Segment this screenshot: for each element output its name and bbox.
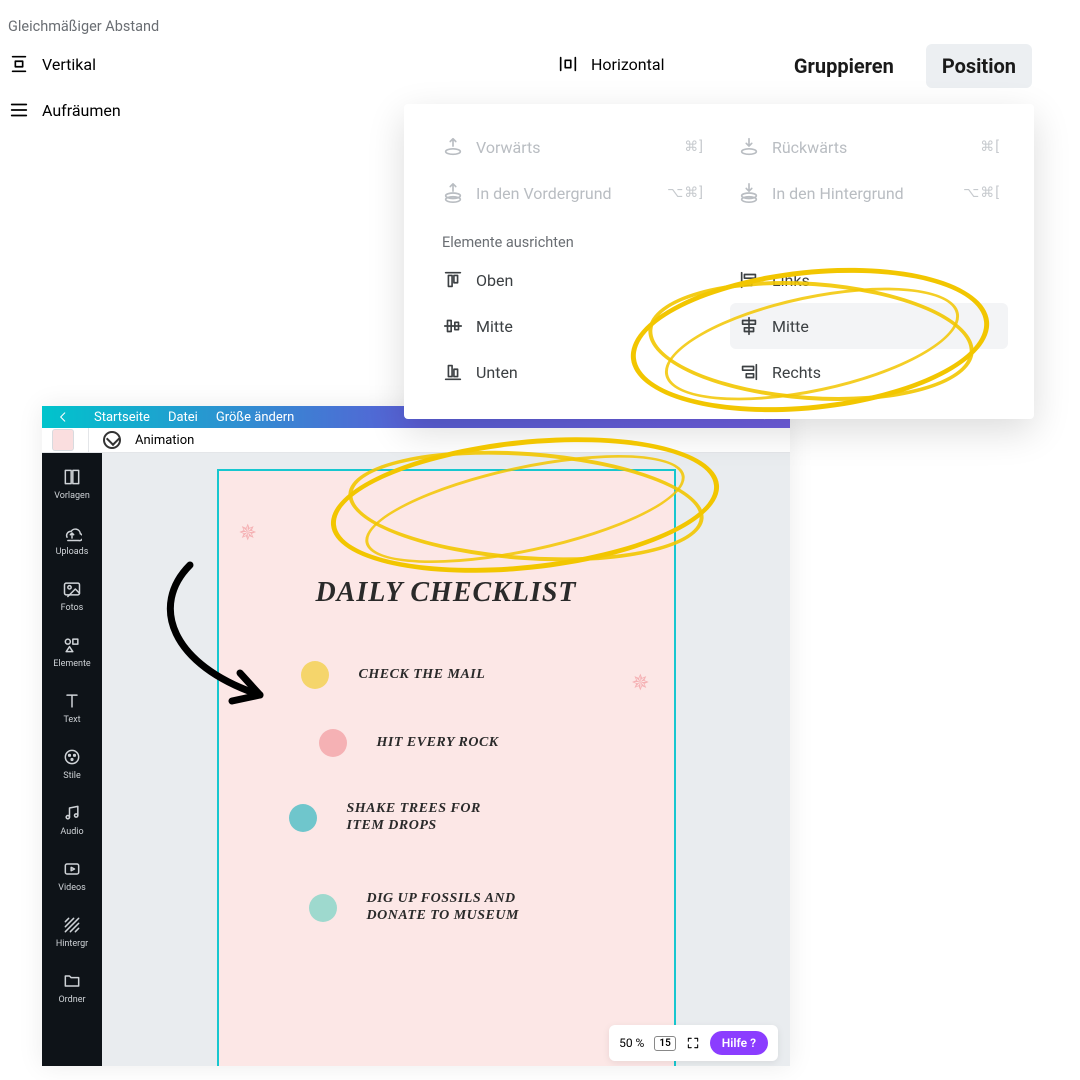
checklist-title[interactable]: DAILY CHECKLIST xyxy=(309,577,582,609)
sidebar-item-label: Videos xyxy=(58,883,86,893)
bullet-dot[interactable] xyxy=(319,729,347,757)
checklist-text: SHAKE TREES FOR ITEM DROPS xyxy=(347,801,481,835)
zoom-level[interactable]: 50 % xyxy=(619,1036,644,1050)
sidebar-item-label: Audio xyxy=(60,827,83,837)
space-label: Aufräumen xyxy=(42,101,121,120)
editor-sidebar: Vorlagen Uploads Fotos Elemente Text Sti… xyxy=(42,453,102,1066)
align-top[interactable]: Oben xyxy=(434,257,712,303)
space-label: Vertikal xyxy=(42,55,96,74)
shortcut-text: ⌘[ xyxy=(980,139,1000,155)
bullet-dot[interactable] xyxy=(289,804,317,832)
position-panel: Vorwärts ⌘] Rückwärts ⌘[ In den Vordergr… xyxy=(404,104,1034,419)
bullet-dot[interactable] xyxy=(309,894,337,922)
align-right[interactable]: Rechts xyxy=(730,349,1008,395)
menu-file[interactable]: Datei xyxy=(168,410,198,425)
sidebar-item-text[interactable]: Text xyxy=(44,683,100,733)
sidebar-item-label: Ordner xyxy=(58,995,85,1005)
align-label: Oben xyxy=(476,271,513,290)
space-vertical[interactable]: Vertikal xyxy=(0,41,531,87)
arrange-label: Rückwärts xyxy=(772,138,847,157)
checklist-text: DIG UP FOSSILS AND DONATE TO MUSEUM xyxy=(367,891,519,925)
section-space-title: Gleichmäßiger Abstand xyxy=(0,0,1080,41)
align-hcenter[interactable]: Mitte xyxy=(730,303,1008,349)
sidebar-item-label: Hintergr xyxy=(56,939,88,949)
editor-secondbar: Animation xyxy=(42,428,790,453)
arrange-label: In den Hintergrund xyxy=(772,184,904,203)
menu-resize[interactable]: Größe ändern xyxy=(216,410,294,425)
checklist-item[interactable]: DIG UP FOSSILS AND DONATE TO MUSEUM xyxy=(359,891,639,925)
page-count[interactable]: 15 xyxy=(654,1036,675,1051)
arrange-to-front: In den Vordergrund ⌥⌘] xyxy=(434,170,712,216)
sidebar-item-uploads[interactable]: Uploads xyxy=(44,515,100,565)
align-bottom[interactable]: Unten xyxy=(434,349,712,395)
checklist-item[interactable]: HIT EVERY ROCK xyxy=(359,729,639,757)
arrange-backward: Rückwärts ⌘[ xyxy=(730,124,1008,170)
editor-window: Startseite Datei Größe ändern Animation … xyxy=(42,406,790,1066)
design-page[interactable]: DAILY CHECKLIST ✵ ✵ CHECK THE MAIL HIT E… xyxy=(219,471,674,1066)
sidebar-item-label: Elemente xyxy=(53,659,90,669)
sidebar-item-label: Text xyxy=(63,715,80,725)
sidebar-item-templates[interactable]: Vorlagen xyxy=(44,459,100,509)
sidebar-item-audio[interactable]: Audio xyxy=(44,795,100,845)
space-label: Horizontal xyxy=(591,55,664,74)
sidebar-item-label: Vorlagen xyxy=(54,491,90,501)
align-label: Mitte xyxy=(772,317,809,336)
arrange-label: Vorwärts xyxy=(476,138,541,157)
shortcut-text: ⌥⌘] xyxy=(667,185,704,201)
sidebar-item-label: Uploads xyxy=(56,547,89,557)
sparkle-icon: ✵ xyxy=(239,521,257,546)
shortcut-text: ⌘] xyxy=(684,139,704,155)
fullscreen-icon[interactable] xyxy=(686,1036,700,1050)
align-label: Unten xyxy=(476,363,518,382)
sidebar-item-background[interactable]: Hintergr xyxy=(44,907,100,957)
sidebar-item-videos[interactable]: Videos xyxy=(44,851,100,901)
animation-label[interactable]: Animation xyxy=(135,433,194,448)
menu-home[interactable]: Startseite xyxy=(94,410,150,425)
arrange-label: In den Vordergrund xyxy=(476,184,612,203)
sidebar-item-label: Stile xyxy=(63,771,80,781)
sidebar-item-photos[interactable]: Fotos xyxy=(44,571,100,621)
sidebar-item-label: Fotos xyxy=(61,603,84,613)
color-swatch[interactable] xyxy=(52,429,74,451)
bottom-bar: 50 % 15 Hilfe ? xyxy=(609,1025,778,1061)
align-label: Mitte xyxy=(476,317,513,336)
checklist-item[interactable]: SHAKE TREES FOR ITEM DROPS xyxy=(359,801,639,835)
animation-icon[interactable] xyxy=(103,431,121,449)
help-button[interactable]: Hilfe ? xyxy=(710,1031,768,1055)
space-horizontal[interactable]: Horizontal xyxy=(549,41,1080,87)
align-vmiddle[interactable]: Mitte xyxy=(434,303,712,349)
checklist-item[interactable]: CHECK THE MAIL xyxy=(359,661,639,689)
align-label: Links xyxy=(772,271,810,290)
sidebar-item-elements[interactable]: Elemente xyxy=(44,627,100,677)
arrange-forward: Vorwärts ⌘] xyxy=(434,124,712,170)
checklist-text: CHECK THE MAIL xyxy=(359,667,486,684)
arrange-to-back: In den Hintergrund ⌥⌘[ xyxy=(730,170,1008,216)
sidebar-item-folders[interactable]: Ordner xyxy=(44,963,100,1013)
back-icon[interactable] xyxy=(50,406,76,428)
bullet-dot[interactable] xyxy=(301,661,329,689)
align-label: Rechts xyxy=(772,363,821,382)
section-align-title: Elemente ausrichten xyxy=(434,216,1008,257)
sidebar-item-styles[interactable]: Stile xyxy=(44,739,100,789)
canvas-area[interactable]: DAILY CHECKLIST ✵ ✵ CHECK THE MAIL HIT E… xyxy=(102,453,790,1066)
align-left[interactable]: Links xyxy=(730,257,1008,303)
shortcut-text: ⌥⌘[ xyxy=(963,185,1000,201)
checklist-text: HIT EVERY ROCK xyxy=(377,735,499,752)
